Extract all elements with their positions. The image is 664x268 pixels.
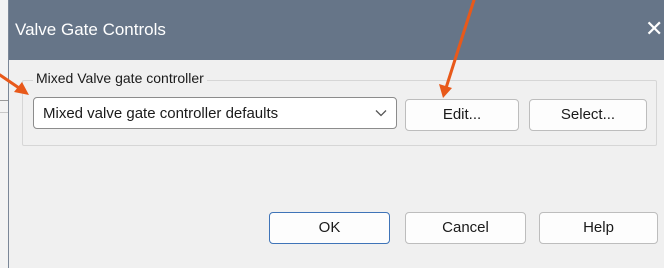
- ok-button[interactable]: OK: [269, 212, 390, 244]
- screen: Valve Gate Controls ✕ Mixed Valve gate c…: [0, 0, 664, 268]
- controller-group-label: Mixed Valve gate controller: [33, 70, 207, 86]
- dialog-title: Valve Gate Controls: [15, 20, 166, 39]
- controller-dropdown-value: Mixed valve gate controller defaults: [43, 105, 279, 122]
- controller-dropdown[interactable]: Mixed valve gate controller defaults: [33, 97, 397, 129]
- valve-gate-controls-dialog: Valve Gate Controls ✕ Mixed Valve gate c…: [8, 0, 664, 268]
- chevron-down-icon[interactable]: [374, 106, 388, 120]
- help-button[interactable]: Help: [539, 212, 658, 244]
- cancel-button[interactable]: Cancel: [405, 212, 526, 244]
- edit-button[interactable]: Edit...: [405, 99, 519, 131]
- close-icon[interactable]: ✕: [645, 14, 664, 44]
- select-button[interactable]: Select...: [529, 99, 647, 131]
- dialog-titlebar[interactable]: Valve Gate Controls ✕: [9, 0, 664, 60]
